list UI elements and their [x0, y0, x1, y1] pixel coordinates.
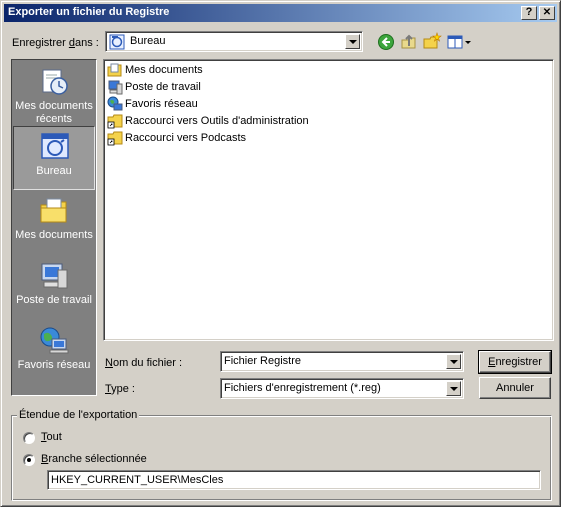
- title-bar: Exporter un fichier du Registre ? ✕: [4, 4, 557, 22]
- shortcut-folder-icon: [107, 131, 123, 146]
- filename-label: Nom du fichier :: [105, 357, 183, 369]
- place-my-computer[interactable]: Poste de travail: [13, 256, 95, 320]
- new-folder-button[interactable]: [422, 32, 442, 52]
- chevron-down-icon[interactable]: [446, 381, 461, 396]
- filetype-combo[interactable]: Fichiers d'enregistrement (*.reg): [220, 378, 464, 399]
- file-name: Favoris réseau: [125, 98, 198, 110]
- place-recent-documents[interactable]: Mes documents récents: [13, 62, 95, 126]
- radio-selected-branch[interactable]: [23, 454, 35, 466]
- my-documents-icon: [40, 198, 67, 223]
- branch-path-field[interactable]: HKEY_CURRENT_USER\MesCles: [47, 470, 541, 490]
- up-folder-button[interactable]: [399, 32, 419, 52]
- network-places-icon: [40, 327, 69, 354]
- save-in-combo[interactable]: Bureau: [105, 31, 363, 52]
- up-folder-icon: [401, 34, 416, 49]
- filetype-value: Fichiers d'enregistrement (*.reg): [224, 382, 381, 394]
- place-desktop[interactable]: Bureau: [13, 126, 95, 190]
- place-network[interactable]: Favoris réseau: [13, 321, 95, 385]
- close-button[interactable]: ✕: [539, 6, 555, 20]
- file-name: Raccourci vers Outils d'administration: [125, 115, 309, 127]
- chevron-down-icon[interactable]: [345, 34, 360, 49]
- place-label: Mes documents récents: [15, 100, 93, 125]
- place-label: Poste de travail: [16, 294, 92, 306]
- my-documents-icon: [107, 63, 122, 77]
- export-registry-dialog: Exporter un fichier du Registre ? ✕ Enre…: [0, 0, 561, 507]
- my-computer-icon: [108, 80, 123, 95]
- dialog-title: Exporter un fichier du Registre: [8, 6, 170, 18]
- save-in-label: Enregistrer dans :: [12, 37, 99, 49]
- view-menu-icon: [447, 35, 471, 49]
- network-places-icon: [107, 96, 123, 111]
- place-label: Mes documents: [15, 229, 93, 241]
- radio-branch-label[interactable]: Branche sélectionnée: [41, 453, 147, 465]
- file-name: Mes documents: [125, 64, 203, 76]
- export-range-title: Étendue de l'exportation: [17, 409, 140, 421]
- branch-path-value[interactable]: HKEY_CURRENT_USER\MesCles: [51, 474, 223, 486]
- desktop-icon: [41, 133, 69, 159]
- radio-all-label[interactable]: Tout: [41, 431, 62, 443]
- save-button[interactable]: Enregistrer: [478, 350, 552, 374]
- file-name: Poste de travail: [125, 81, 201, 93]
- back-arrow-icon: [378, 34, 394, 50]
- filename-combo[interactable]: Fichier Registre: [220, 351, 464, 372]
- place-label: Favoris réseau: [17, 359, 91, 371]
- chevron-down-icon[interactable]: [446, 354, 461, 369]
- help-button[interactable]: ?: [521, 6, 537, 20]
- recent-documents-icon: [42, 69, 68, 95]
- shortcut-folder-icon: [107, 114, 123, 129]
- radio-all[interactable]: [23, 432, 35, 444]
- back-button[interactable]: [376, 32, 396, 52]
- view-menu-button[interactable]: [446, 32, 472, 52]
- file-name: Raccourci vers Podcasts: [125, 132, 247, 144]
- filetype-label: Type :: [105, 383, 135, 395]
- new-folder-icon: [423, 32, 442, 49]
- filename-value[interactable]: Fichier Registre: [224, 355, 301, 367]
- place-label: Bureau: [36, 165, 72, 177]
- file-list[interactable]: Mes documents Poste de travail Favoris r…: [103, 59, 554, 341]
- cancel-button[interactable]: Annuler: [479, 377, 551, 399]
- my-computer-icon: [41, 263, 68, 289]
- save-in-value: Bureau: [130, 35, 166, 47]
- place-my-documents[interactable]: Mes documents: [13, 191, 95, 255]
- places-bar: Mes documents récents Bureau Mes documen…: [11, 59, 97, 396]
- desktop-icon: [109, 34, 125, 50]
